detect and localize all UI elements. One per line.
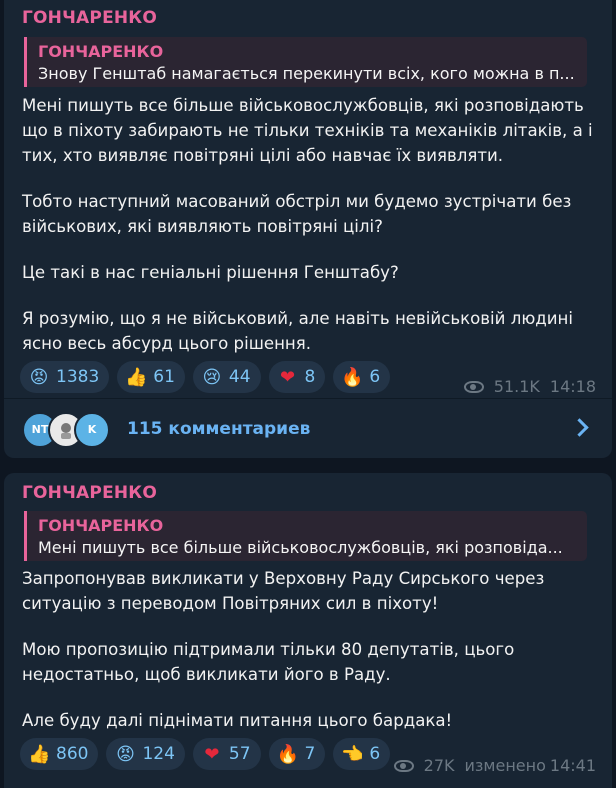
fire-icon: 🔥 [276, 743, 299, 765]
post-text: Мені пишуть все більше військовослужбовц… [22, 93, 602, 356]
crying-face-icon: 😢 [202, 366, 222, 388]
reaction-heart[interactable]: ❤ 57 [192, 738, 261, 770]
post-meta: 27K изменено 14:41 [393, 756, 596, 775]
reaction-count: 6 [369, 367, 381, 387]
reply-quote[interactable]: ГОНЧАРЕНКО Мені пишуть все більше військ… [24, 511, 587, 561]
views-eye-icon [463, 380, 484, 393]
reaction-count: 6 [369, 744, 381, 764]
commenter-avatars: NT K [22, 411, 112, 448]
reaction-angry[interactable]: 😡 1383 [20, 361, 110, 393]
reaction-crying[interactable]: 😢 44 [192, 361, 261, 393]
angry-face-icon: 😡 [116, 743, 135, 765]
reply-text: Мені пишуть все більше військовослужбовц… [38, 538, 563, 557]
reply-author: ГОНЧАРЕНКО [38, 42, 164, 61]
avatar: K [74, 411, 110, 448]
paragraph: Це такі в нас геніальні рішення Генштабу… [22, 263, 399, 282]
post-author[interactable]: ГОНЧАРЕНКО [22, 8, 157, 28]
reaction-count: 1383 [56, 367, 100, 387]
post-time: 14:18 [549, 377, 596, 396]
post-time: 14:41 [549, 756, 596, 775]
edited-label: изменено [464, 756, 546, 775]
thumbs-up-icon: 👍 [125, 366, 148, 388]
heart-icon: ❤ [204, 743, 220, 765]
reply-quote[interactable]: ГОНЧАРЕНКО Знову Генштаб намагається пер… [24, 37, 587, 87]
reaction-count: 57 [228, 744, 251, 764]
reaction-angry[interactable]: 😡 124 [106, 738, 185, 770]
fire-icon: 🔥 [341, 366, 364, 388]
reaction-count: 61 [153, 367, 175, 387]
reactions-bar: 👍 860 😡 124 ❤ 57 🔥 7 👈 6 [20, 738, 398, 770]
pointing-hand-icon: 👈 [341, 743, 364, 765]
reaction-count: 7 [304, 744, 316, 764]
reaction-count: 8 [304, 367, 316, 387]
heart-icon: ❤ [280, 366, 296, 388]
reaction-fire[interactable]: 🔥 6 [333, 361, 391, 393]
comments-button[interactable]: NT K 115 комментариев [4, 399, 612, 458]
channel-post: ГОНЧАРЕНКО ГОНЧАРЕНКО Мені пишуть все бі… [4, 473, 612, 788]
post-meta: 51.1K 14:18 [463, 377, 596, 396]
paragraph: Тобто наступний масований обстріл ми буд… [22, 192, 572, 236]
reaction-thumbs-up[interactable]: 👍 860 [20, 738, 99, 770]
reaction-fire[interactable]: 🔥 7 [268, 738, 326, 770]
reaction-thumbs-up[interactable]: 👍 61 [117, 361, 185, 393]
reaction-pointing-hand[interactable]: 👈 6 [333, 738, 391, 770]
views-count: 51.1K [493, 377, 540, 396]
views-count: 27K [423, 756, 455, 775]
paragraph: Мені пишуть все більше військовослужбовц… [22, 96, 593, 165]
views-eye-icon [393, 759, 414, 772]
paragraph: Мою пропозицію підтримали тільки 80 депу… [22, 640, 515, 684]
chevron-right-icon [570, 418, 589, 437]
comments-count-label: 115 комментариев [127, 418, 311, 439]
reaction-count: 44 [228, 367, 251, 387]
reactions-bar: 😡 1383 👍 61 😢 44 ❤ 8 🔥 6 [20, 361, 398, 393]
paragraph: Я розумію, що я не військовий, але навіт… [22, 309, 574, 353]
paragraph: Але буду далі піднімати питання цього ба… [22, 711, 453, 730]
paragraph: Запропонував викликати у Верховну Раду С… [22, 569, 545, 613]
reply-text: Знову Генштаб намагається перекинути всі… [38, 64, 575, 83]
channel-post: ГОНЧАРЕНКО ГОНЧАРЕНКО Знову Генштаб нама… [4, 0, 612, 458]
post-author[interactable]: ГОНЧАРЕНКО [22, 483, 157, 503]
reaction-heart[interactable]: ❤ 8 [268, 361, 326, 393]
thumbs-up-icon: 👍 [28, 743, 51, 765]
reaction-count: 124 [142, 744, 175, 764]
angry-face-icon: 😡 [29, 366, 49, 388]
post-text: Запропонував викликати у Верховну Раду С… [22, 566, 602, 733]
reaction-count: 860 [56, 744, 89, 764]
reply-author: ГОНЧАРЕНКО [38, 516, 164, 535]
